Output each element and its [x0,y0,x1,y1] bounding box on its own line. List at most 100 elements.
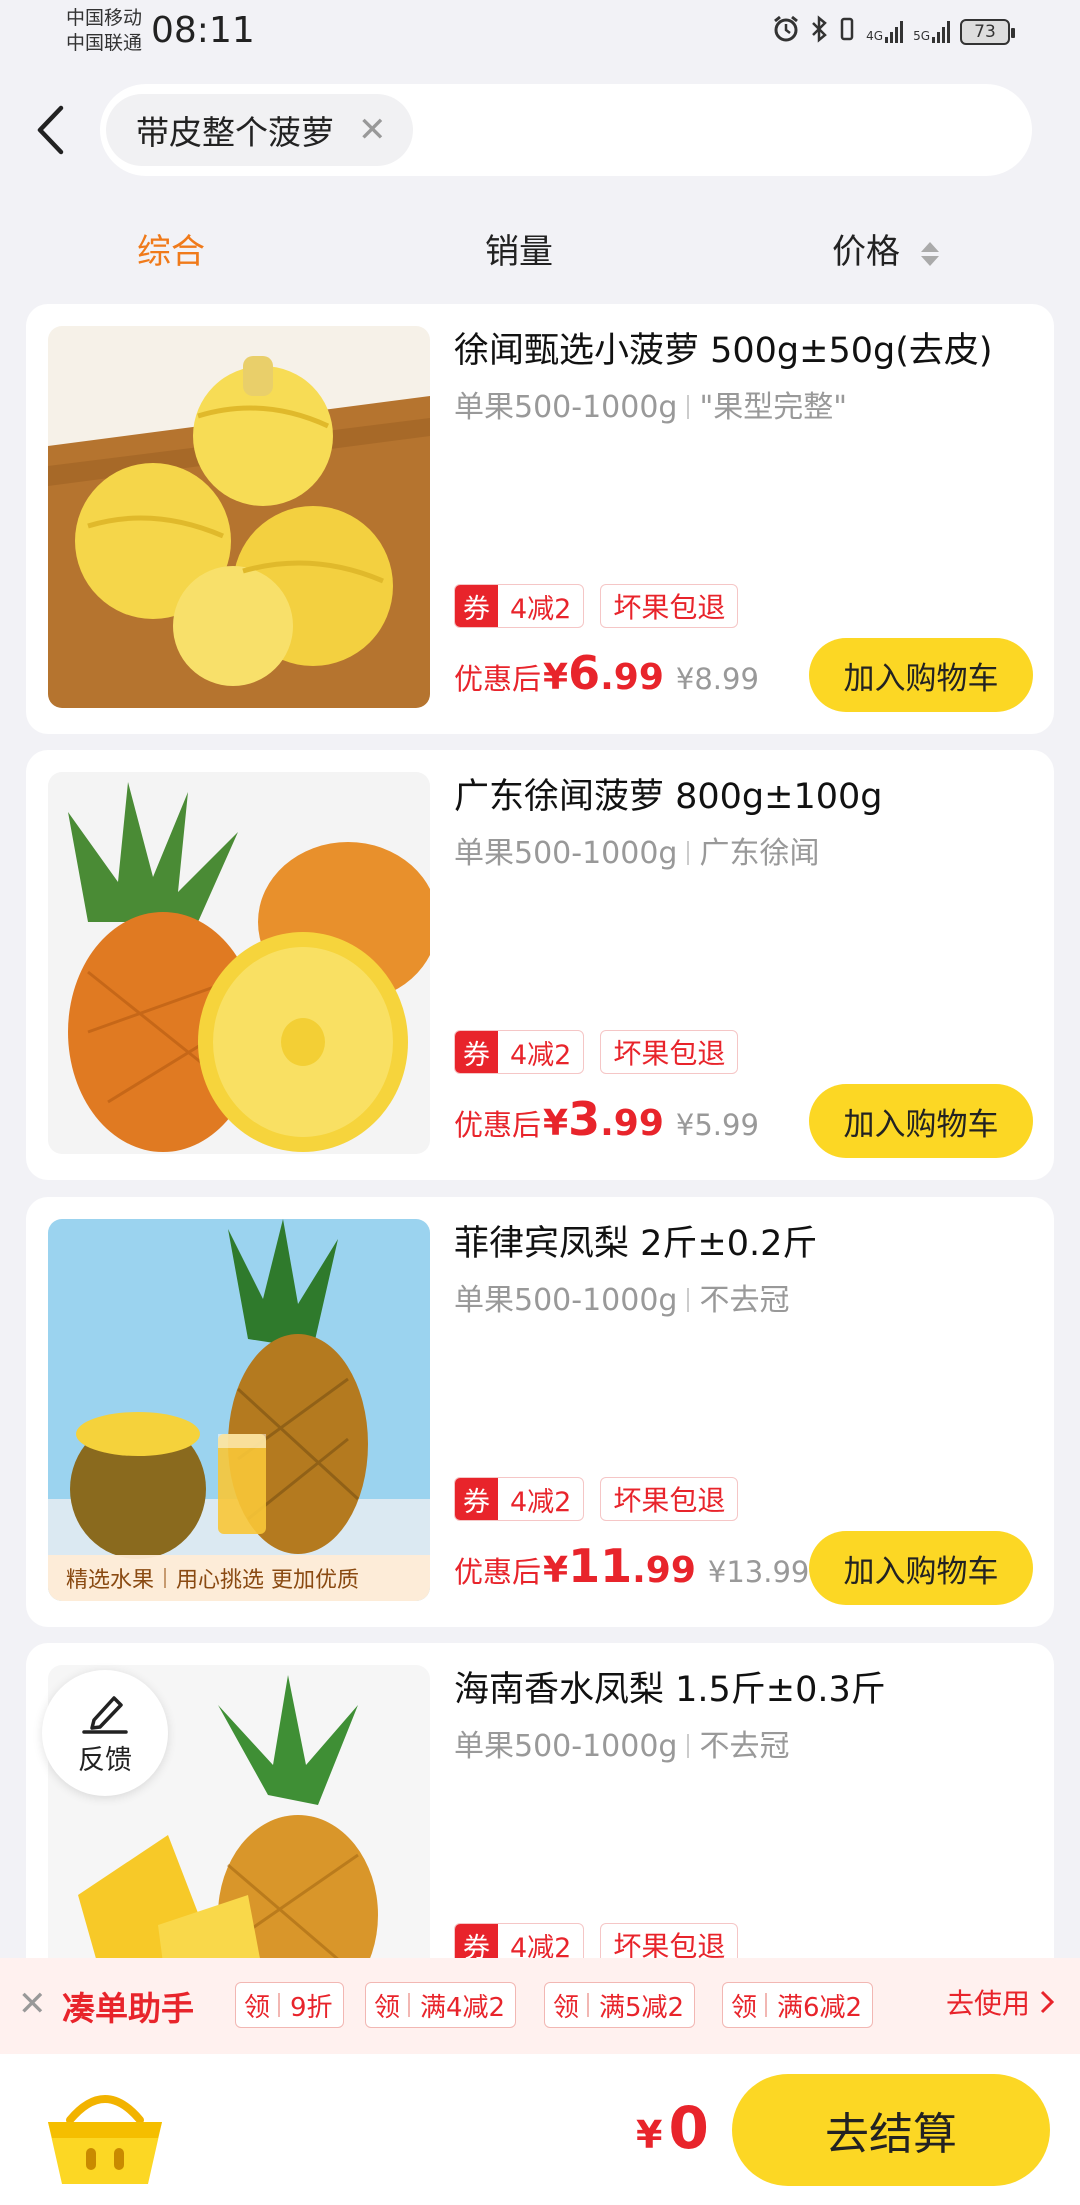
claim-label: 领 [731,1992,758,2023]
carrier-1: 中国移动 [66,7,143,29]
feedback-button[interactable]: 反馈 [42,1670,168,1796]
status-bar: 中国移动 中国联通 08:11 4G 5G 73 [0,0,1080,64]
product-feature: 不去冠 [699,1283,790,1318]
product-weight-spec: 单果500-1000g [454,390,678,425]
helper-offer-chip[interactable]: 领满5减2 [544,1982,696,2028]
network-type-1: 4G [866,28,884,43]
helper-title: 凑单助手 [62,1989,194,2028]
image-banner: 精选水果 用心挑选 更加优质 [48,1555,430,1601]
price-decimal: .99 [632,1550,696,1591]
price-row: 优惠后 ¥ 11 .99 ¥13.99 [454,1539,809,1593]
product-weight-spec: 单果500-1000g [454,836,678,871]
product-weight-spec: 单果500-1000g [454,1283,678,1318]
offer-value: 9折 [290,1992,333,2023]
product-spec: 单果500-1000g 广东徐闻 [454,828,819,872]
sort-arrows-icon [920,241,939,266]
product-title[interactable]: 菲律宾凤梨 2斤±0.2斤 [454,1215,817,1266]
service-tag: 坏果包退 [600,584,739,628]
product-tags: 券 4减2 坏果包退 [454,584,739,628]
tab-price-label: 价格 [832,232,900,272]
close-icon[interactable]: ✕ [18,1984,47,2024]
product-feature: "果型完整" [699,390,848,425]
use-coupon-label: 去使用 [945,1987,1030,2020]
price-integer: 11 [568,1539,633,1593]
carrier-2: 中国联通 [66,32,143,54]
use-coupon-link[interactable]: 去使用 [946,1982,1054,2022]
service-tag: 坏果包退 [600,1477,739,1521]
currency-symbol: ¥ [543,657,569,698]
offer-value: 满5减2 [599,1992,685,2023]
price-label: 优惠后 [454,1555,542,1589]
cart-total: ¥ 0 [636,2094,709,2162]
product-weight-spec: 单果500-1000g [454,1729,678,1764]
tab-sales[interactable]: 销量 [485,224,553,273]
bluetooth-icon [810,15,828,48]
vibrate-icon [838,16,856,47]
tab-comprehensive[interactable]: 综合 [137,224,205,273]
helper-offer-chip[interactable]: 领 9折 [235,1982,344,2028]
total-amount: 0 [668,2094,709,2162]
signal-icon-1 [885,20,904,43]
price-integer: 6 [568,646,601,700]
signal-icon-2 [932,20,950,43]
status-icons: 4G 5G 73 [772,15,1015,48]
coupon-text: 4减2 [510,1039,572,1071]
coupon-tag: 券 4减2 [454,1477,585,1521]
product-image[interactable] [48,772,430,1154]
product-card[interactable]: 精选水果 用心挑选 更加优质 菲律宾凤梨 2斤±0.2斤 单果500-1000g… [26,1197,1054,1627]
coupon-mark: 券 [455,1478,498,1520]
product-card[interactable]: 广东徐闻菠萝 800g±100g 单果500-1000g 广东徐闻 券 4减2 坏果… [26,750,1054,1180]
product-card[interactable]: 徐闻甄选小菠萝 500g±50g(去皮) 单果500-1000g "果型完整" 券… [26,304,1054,734]
helper-offer-chip[interactable]: 领满6减2 [722,1982,874,2028]
chevron-left-icon [37,105,64,155]
product-spec: 单果500-1000g 不去冠 [454,1275,789,1319]
product-image[interactable]: 精选水果 用心挑选 更加优质 [48,1219,430,1601]
coupon-text: 4减2 [510,1486,572,1518]
price-label: 优惠后 [454,662,542,696]
product-image[interactable] [48,326,430,708]
carrier-info: 中国移动 中国联通 [66,6,142,56]
product-title[interactable]: 海南香水凤梨 1.5斤±0.3斤 [454,1661,886,1712]
add-to-cart-button[interactable]: 加入购物车 [809,1531,1033,1605]
back-button[interactable] [28,98,72,162]
search-query-text: 带皮整个菠萝 [136,113,334,152]
edit-icon [82,1695,128,1734]
product-feature: 不去冠 [699,1729,790,1764]
offer-value: 满6减2 [777,1992,863,2023]
original-price: ¥8.99 [675,662,759,696]
offer-value: 满4减2 [420,1992,506,2023]
search-bar[interactable]: 带皮整个菠萝 ✕ [100,84,1032,176]
clear-search-icon[interactable]: ✕ [358,113,387,147]
total-currency: ¥ [636,2113,663,2157]
original-price: ¥5.99 [675,1108,759,1142]
price-decimal: .99 [600,1103,664,1144]
feedback-label: 反馈 [78,1744,132,1776]
product-title[interactable]: 广东徐闻菠萝 800g±100g [454,768,883,819]
tab-price[interactable]: 价格 [832,224,939,273]
currency-symbol: ¥ [543,1550,569,1591]
helper-offer-chip[interactable]: 领满4减2 [365,1982,517,2028]
status-time: 08:11 [151,10,255,51]
coupon-mark: 券 [455,1031,498,1073]
add-to-cart-button[interactable]: 加入购物车 [809,1084,1033,1158]
shopping-basket-icon[interactable] [40,2082,170,2192]
price-label: 优惠后 [454,1108,542,1142]
price-decimal: .99 [600,657,664,698]
image-banner-text-2: 用心挑选 更加优质 [176,1568,360,1593]
checkout-button[interactable]: 去结算 [732,2074,1050,2186]
service-tag: 坏果包退 [600,1030,739,1074]
alarm-icon [772,15,800,48]
product-title[interactable]: 徐闻甄选小菠萝 500g±50g(去皮) [454,322,993,373]
coupon-text: 4减2 [510,593,572,625]
chevron-right-icon [1040,1990,1054,2014]
product-tags: 券 4减2 坏果包退 [454,1477,739,1521]
claim-label: 领 [553,1992,580,2023]
add-to-cart-button[interactable]: 加入购物车 [809,638,1033,712]
network-type-2: 5G [913,28,930,43]
sort-tabs: 综合 销量 价格 [0,210,1080,286]
price-row: 优惠后 ¥ 6 .99 ¥8.99 [454,646,759,700]
claim-label: 领 [374,1992,401,2023]
search-query-chip[interactable]: 带皮整个菠萝 ✕ [106,94,413,166]
product-spec: 单果500-1000g "果型完整" [454,382,847,426]
price-row: 优惠后 ¥ 3 .99 ¥5.99 [454,1092,759,1146]
